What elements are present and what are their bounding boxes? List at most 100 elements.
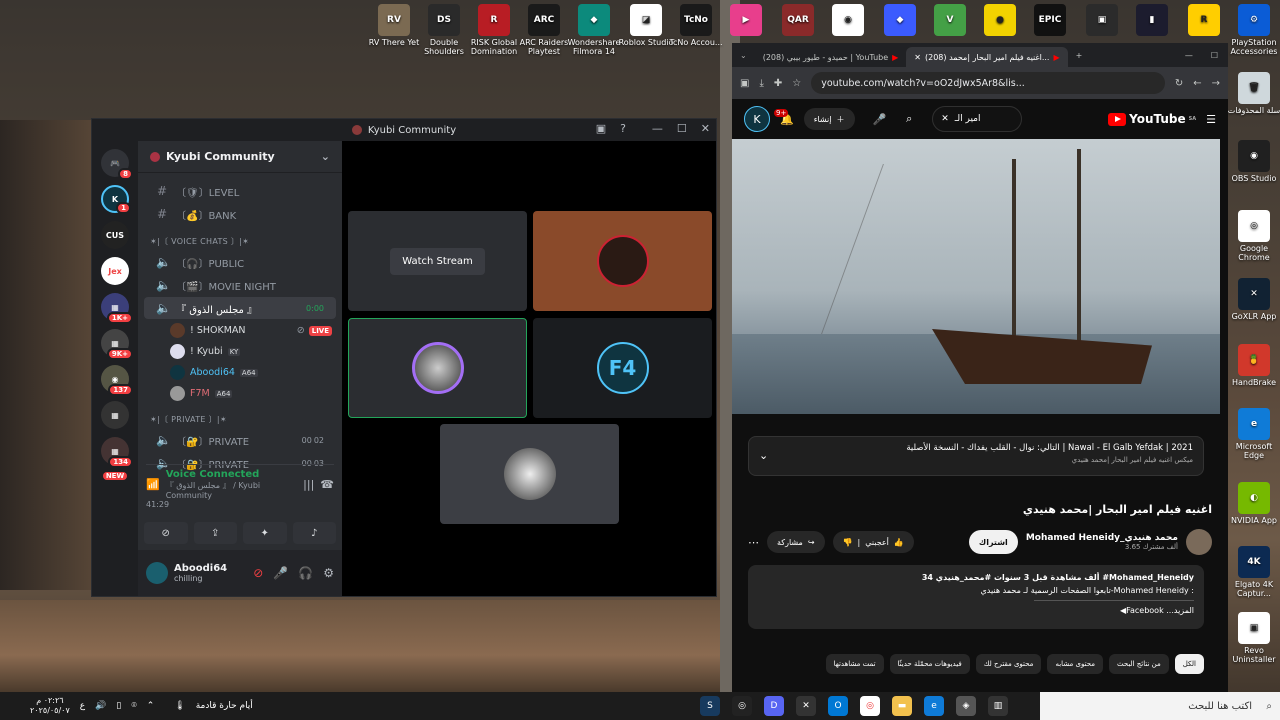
disconnect-icon[interactable]: ☎	[320, 478, 334, 491]
outlook-icon[interactable]: O	[828, 696, 848, 716]
desktop-icon[interactable]: ●	[972, 4, 1028, 38]
chevron-down-icon[interactable]: ⌄	[321, 150, 330, 163]
desktop-icon[interactable]: ✕ GoXLR App	[1226, 278, 1280, 321]
notifications-icon[interactable]: 🔔 9+	[774, 108, 794, 126]
guild-kyubi[interactable]: K1	[101, 185, 131, 214]
chip-all[interactable]: الكل	[1174, 654, 1204, 674]
voice-channel-majlis[interactable]: 🔈 『 مجلس الذوق 』 0:00	[144, 297, 336, 319]
participant-tile[interactable]	[533, 211, 712, 311]
voice-channel-private-1[interactable]: 🔈 〔🔐〕PRIVATE 00 02	[144, 429, 336, 451]
menu-icon[interactable]: ☰	[1206, 113, 1216, 126]
tab-video[interactable]: ✕ (208) اغنيه فيلم امير البحار |محمد... ▶	[906, 47, 1068, 67]
more-icon[interactable]: ⋯	[748, 536, 759, 549]
desktop-icon[interactable]: V	[922, 4, 978, 38]
language-indicator[interactable]: ع	[80, 701, 85, 711]
desktop-icon[interactable]: ◐ NVIDIA App	[1226, 482, 1280, 525]
screen-share-button[interactable]: ⇪	[193, 522, 237, 544]
subscribe-button[interactable]: اشتراك	[968, 530, 1018, 554]
share-button[interactable]: مشاركة ↪	[767, 531, 825, 553]
extension-icon[interactable]: ▣	[740, 78, 749, 89]
file-explorer-icon[interactable]: ▬	[892, 696, 912, 716]
chip-watched[interactable]: تمت مشاهدتها	[825, 654, 884, 674]
close-button[interactable]: ✕	[701, 122, 710, 135]
next-up-card[interactable]: ⌄ التالي: نوال - القلب يفداك - النسخة ال…	[748, 436, 1204, 476]
search-input[interactable]: ✕ امير الـ	[932, 106, 1023, 132]
desktop-icon[interactable]: DS Double Shoulders	[416, 4, 472, 56]
desktop-icon[interactable]: e Microsoft Edge	[1226, 408, 1280, 460]
desktop-icon[interactable]: 🗑 سلة المحذوفات	[1226, 72, 1280, 115]
chip-recent[interactable]: فيديوهات محمّلة حديثًا	[889, 654, 970, 674]
desktop-icon[interactable]: ◉	[820, 4, 876, 38]
desktop-icon[interactable]: R RISK Global Domination	[466, 4, 522, 56]
desktop-icon[interactable]: QAR	[770, 4, 826, 38]
desktop-icon[interactable]: ARC ARC Raiders Playtest	[516, 4, 572, 56]
star-icon[interactable]: ☆	[792, 78, 801, 89]
desktop-icon[interactable]: ◎ Google Chrome	[1226, 210, 1280, 262]
guild-folder-1[interactable]: ▦ 1K+	[101, 293, 133, 324]
soundboard-button[interactable]: ♪	[292, 522, 336, 544]
xbox-icon[interactable]: ✕	[796, 696, 816, 716]
avatar[interactable]	[146, 562, 168, 584]
stream-tile[interactable]: Watch Stream	[348, 211, 527, 311]
battery-icon[interactable]: ▯	[116, 701, 121, 711]
microphone-icon[interactable]: 🎤	[273, 566, 288, 580]
channel-name[interactable]: Mohamed Heneidy_محمد هنيدي	[1026, 533, 1178, 543]
close-tab-icon[interactable]: ✕	[914, 53, 921, 62]
chevron-up-icon[interactable]: ⌃	[147, 701, 155, 711]
edge-icon[interactable]: e	[924, 696, 944, 716]
url-field[interactable]: youtube.com/watch?v=oO2dJwx5Ar8&lis...	[811, 72, 1165, 94]
youtube-logo[interactable]: YouTube SA	[1108, 112, 1196, 126]
desktop-icon[interactable]: ◪ Roblox Studio	[618, 4, 674, 47]
voice-user[interactable]: F7M A64	[138, 383, 342, 404]
noise-suppression-icon[interactable]: |||	[303, 478, 314, 491]
task-view-icon[interactable]: ▥	[988, 696, 1008, 716]
steam-icon[interactable]: S	[700, 696, 720, 716]
chip-related[interactable]: محتوى مشابه	[1047, 654, 1103, 674]
weather-label[interactable]: أيام حارة قادمة	[196, 701, 253, 711]
chrome-icon[interactable]: ◎	[860, 696, 880, 716]
search-icon[interactable]: ⌕	[896, 106, 922, 132]
camera-off-button[interactable]: ⊘	[144, 522, 188, 544]
channel-level[interactable]: # 〔🛡〕LEVEL	[144, 180, 336, 202]
guild-new[interactable]: NEW	[101, 469, 129, 483]
video-player[interactable]	[732, 139, 1220, 414]
tab-search-icon[interactable]: ⌄	[740, 51, 747, 60]
server-header[interactable]: Kyubi Community ⌄	[138, 141, 342, 173]
help-icon[interactable]: ?	[620, 122, 626, 135]
guild-folder-2[interactable]: ▦ 9K+	[101, 329, 133, 360]
minimize-button[interactable]: —	[652, 122, 663, 135]
extensions-icon[interactable]: ✚	[774, 78, 782, 89]
guild-folder-3[interactable]: ▦	[101, 401, 129, 429]
category-voice-chats[interactable]: ✶|〔 VOICE CHATS 〕|✶	[138, 226, 342, 250]
new-tab-icon[interactable]: +	[1076, 51, 1083, 60]
download-icon[interactable]: ⤓	[759, 78, 763, 89]
participant-tile[interactable]: F4	[533, 318, 712, 418]
desktop-icon[interactable]: ◉ OBS Studio	[1226, 140, 1280, 183]
desktop-icon[interactable]: ◆	[872, 4, 928, 38]
network-icon[interactable]: ⌾	[131, 701, 136, 711]
chip-search-results[interactable]: من نتائج البحث	[1108, 654, 1169, 674]
desktop-icon[interactable]: ▣	[1074, 4, 1130, 38]
avatar[interactable]	[1186, 529, 1212, 555]
voice-user[interactable]: ! Kyubi KY	[138, 341, 342, 362]
minimize-button[interactable]: —	[1185, 51, 1193, 60]
tab-hamido[interactable]: (208) حميدو - طيور بيبي | YouTube ▶	[755, 47, 907, 67]
avatar[interactable]: K	[744, 106, 770, 132]
headphones-icon[interactable]: 🎧	[298, 566, 313, 580]
voice-user[interactable]: ! SHOKMAN ⊘ LIVE	[138, 320, 342, 341]
desktop-icon[interactable]: ◆ Wondershare Filmora 14	[566, 4, 622, 56]
mute-icon[interactable]: ⊘	[253, 566, 263, 580]
voice-channel-movie-night[interactable]: 🔈 〔🎬〕MOVIE NIGHT	[144, 274, 336, 296]
desktop-icon[interactable]: ⚙ PlayStation Accessories	[1226, 4, 1280, 56]
channel-bank[interactable]: # 〔💰〕BANK	[144, 203, 336, 225]
back-icon[interactable]: →	[1212, 78, 1220, 89]
desktop-icon[interactable]: EPIC	[1022, 4, 1078, 38]
app-icon[interactable]: ◈	[956, 696, 976, 716]
desktop-icon[interactable]: 🍍 HandBrake	[1226, 344, 1280, 387]
guild-2[interactable]: Jex	[101, 257, 129, 285]
participant-tile[interactable]	[348, 318, 527, 418]
desktop-icon[interactable]: ▮	[1124, 4, 1180, 38]
desktop-icon[interactable]: TcNo TcNo Accou...	[668, 4, 724, 47]
speaker-icon[interactable]: 🔊	[95, 701, 106, 711]
description-box[interactable]: 34 ألف مشاهدة قبل 3 سنوات #محمد_هنيدي #M…	[748, 565, 1204, 629]
